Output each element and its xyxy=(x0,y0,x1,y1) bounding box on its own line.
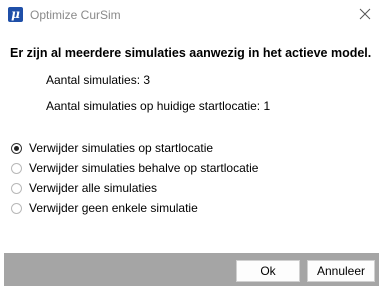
ok-button[interactable]: Ok xyxy=(236,260,300,282)
cancel-button[interactable]: Annuleer xyxy=(307,260,375,282)
option-remove-at-start[interactable]: Verwijder simulaties op startlocatie xyxy=(11,140,213,156)
option-label: Verwijder simulaties op startlocatie xyxy=(29,141,214,155)
radio-button-selected[interactable] xyxy=(11,142,22,154)
app-icon: μ xyxy=(8,7,23,22)
option-label: Verwijder simulaties behalve op startloc… xyxy=(29,161,259,175)
simulation-count-text: Aantal simulaties: 3 xyxy=(46,73,151,87)
option-remove-all[interactable]: Verwijder alle simulaties xyxy=(11,180,157,196)
window-title: Optimize CurSim xyxy=(30,8,121,22)
radio-button[interactable] xyxy=(11,202,22,214)
option-label: Verwijder geen enkele simulatie xyxy=(29,201,198,215)
close-icon[interactable] xyxy=(357,6,373,22)
radio-button[interactable] xyxy=(11,182,22,194)
option-label: Verwijder alle simulaties xyxy=(29,181,158,195)
radio-button[interactable] xyxy=(11,162,22,174)
title-bar: μ Optimize CurSim xyxy=(0,0,383,30)
start-location-count-text: Aantal simulaties op huidige startlocati… xyxy=(46,99,271,113)
option-remove-none[interactable]: Verwijder geen enkele simulatie xyxy=(11,200,198,216)
message-heading: Er zijn al meerdere simulaties aanwezig … xyxy=(10,46,372,60)
button-bar: Ok Annuleer xyxy=(4,253,379,286)
dialog-window: μ Optimize CurSim Er zijn al meerdere si… xyxy=(0,0,383,291)
option-remove-except-start[interactable]: Verwijder simulaties behalve op startloc… xyxy=(11,160,258,176)
